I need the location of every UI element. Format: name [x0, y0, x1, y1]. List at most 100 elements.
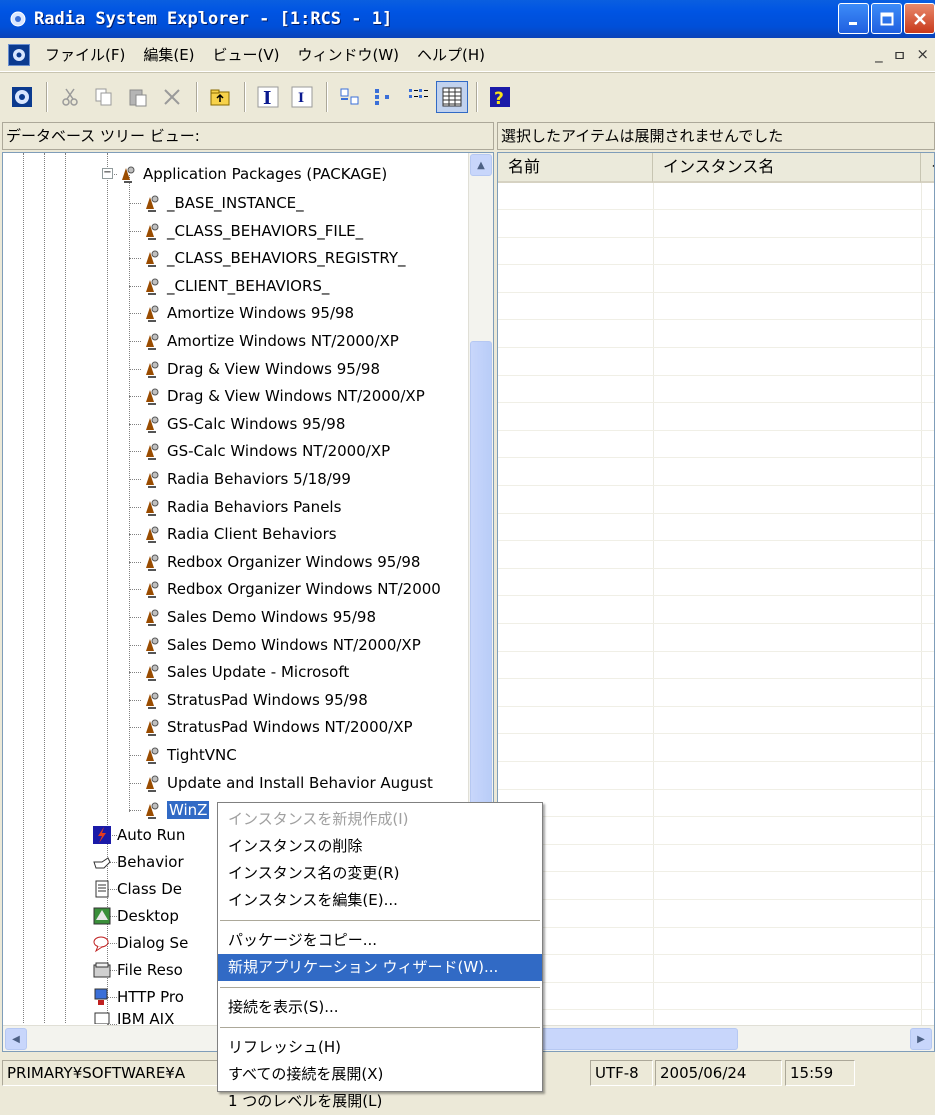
column-header-instance-name[interactable]: インスタンス名 — [653, 153, 921, 183]
menu-separator — [220, 987, 540, 988]
tree-item-instance[interactable]: GS-Calc Windows NT/2000/XP — [141, 437, 390, 464]
tree-item-instance[interactable]: Sales Demo Windows 95/98 — [141, 603, 376, 630]
tree-item-behavior[interactable]: Behavior — [91, 848, 184, 875]
package-instance-icon — [141, 578, 163, 600]
instance-list-view[interactable]: 名前 インスタンス名 タ ▶ — [497, 152, 935, 1052]
list-view-button[interactable] — [402, 81, 434, 113]
tree-item-instance[interactable]: Amortize Windows 95/98 — [141, 299, 354, 326]
tree-item-instance[interactable]: Radia Behaviors 5/18/99 — [141, 465, 351, 492]
menu-view[interactable]: ビュー(V) — [204, 44, 289, 65]
tree-item-instance[interactable]: _BASE_INSTANCE_ — [141, 189, 304, 216]
menu-separator — [220, 920, 540, 921]
scroll-left-arrow-icon[interactable]: ◀ — [5, 1028, 27, 1050]
context-menu-item[interactable]: 新規アプリケーション ウィザード(W)... — [218, 954, 542, 981]
instance-large-button[interactable]: I — [252, 81, 284, 113]
context-menu-item[interactable]: インスタンス名の変更(R) — [218, 860, 542, 887]
minimize-button[interactable] — [838, 3, 869, 34]
tree-item-instance[interactable]: WinZ — [141, 796, 210, 823]
radia-app-icon[interactable] — [8, 9, 28, 29]
context-menu-item[interactable]: 接続を表示(S)... — [218, 994, 542, 1021]
tree-item-instance[interactable]: Radia Behaviors Panels — [141, 493, 341, 520]
scroll-right-arrow-icon[interactable]: ▶ — [910, 1028, 932, 1050]
details-icon — [442, 87, 462, 106]
scroll-thumb[interactable] — [470, 341, 492, 861]
folder-up-icon — [210, 89, 230, 105]
instance-small-button[interactable]: I — [286, 81, 318, 113]
tree-item-http-pro[interactable]: HTTP Pro — [91, 983, 184, 1010]
tree-item-auto-run[interactable]: Auto Run — [91, 821, 185, 848]
document-system-icon[interactable] — [8, 43, 30, 66]
small-icons-button[interactable] — [368, 81, 400, 113]
toolbar-separator — [46, 81, 48, 112]
tree-item-class-de[interactable]: Class De — [91, 875, 182, 902]
paste-icon — [129, 89, 147, 106]
tree-item-ibm-aix[interactable]: IBM AIX — [91, 1010, 174, 1024]
tree-item-instance[interactable]: Drag & View Windows NT/2000/XP — [141, 382, 425, 409]
large-icons-button[interactable] — [334, 81, 366, 113]
tree-item-instance[interactable]: Drag & View Windows 95/98 — [141, 355, 380, 382]
context-menu-item[interactable]: インスタンスを新規作成(I) — [218, 806, 542, 833]
package-instance-icon — [141, 551, 163, 573]
tree-item-file-reso[interactable]: File Reso — [91, 956, 183, 983]
tree-item-instance[interactable]: GS-Calc Windows 95/98 — [141, 410, 345, 437]
tree-item-application-packages[interactable]: Application Packages (PACKAGE) — [117, 160, 387, 187]
tree-item-instance[interactable]: Update and Install Behavior August — [141, 769, 433, 796]
tree-item-instance[interactable]: TightVNC — [141, 741, 237, 768]
title-bar[interactable]: Radia System Explorer - [1:RCS - 1] — [0, 0, 935, 38]
mdi-restore-button[interactable]: ㅁ — [893, 45, 907, 66]
maximize-icon — [880, 12, 893, 25]
context-menu-item[interactable]: 1 つのレベルを展開(L) — [218, 1088, 542, 1115]
lightning-icon — [91, 824, 113, 846]
tree-item-instance[interactable]: Redbox Organizer Windows NT/2000 — [141, 575, 441, 602]
paste-button[interactable] — [122, 81, 154, 113]
up-level-button[interactable] — [204, 81, 236, 113]
tree-item-dialog-se[interactable]: Dialog Se — [91, 929, 188, 956]
tree-item-desktop[interactable]: Desktop — [91, 902, 179, 929]
package-instance-icon — [141, 772, 163, 794]
tree-item-instance[interactable]: Radia Client Behaviors — [141, 520, 337, 547]
copy-button[interactable] — [88, 81, 120, 113]
mdi-minimize-button[interactable]: _ — [875, 45, 883, 66]
status-time: 15:59 — [785, 1060, 855, 1086]
close-button[interactable] — [904, 3, 935, 34]
menu-file[interactable]: ファイル(F) — [36, 44, 134, 65]
tree-item-instance[interactable]: Sales Demo Windows NT/2000/XP — [141, 631, 421, 658]
tree-item-instance[interactable]: Amortize Windows NT/2000/XP — [141, 327, 399, 354]
mdi-close-button[interactable]: × — [916, 45, 929, 66]
tree-item-instance[interactable]: _CLASS_BEHAVIORS_FILE_ — [141, 217, 363, 244]
list-horizontal-scrollbar[interactable]: ▶ — [498, 1025, 934, 1051]
details-view-button[interactable] — [436, 80, 468, 113]
svg-text:I: I — [263, 88, 271, 108]
tree-item-instance[interactable]: _CLIENT_BEHAVIORS_ — [141, 272, 329, 299]
context-menu-item[interactable]: すべての接続を展開(X) — [218, 1061, 542, 1088]
help-button[interactable]: ? — [484, 81, 516, 113]
connect-button[interactable] — [6, 81, 38, 113]
menu-edit[interactable]: 編集(E) — [134, 44, 203, 65]
menu-window[interactable]: ウィンドウ(W) — [289, 44, 409, 65]
collapse-button[interactable]: − — [102, 168, 113, 179]
context-menu-item[interactable]: インスタンスを編集(E)... — [218, 887, 542, 914]
maximize-button[interactable] — [871, 3, 902, 34]
context-menu-item[interactable]: リフレッシュ(H) — [218, 1034, 542, 1061]
cut-button[interactable] — [54, 81, 86, 113]
context-menu-item[interactable]: インスタンスの削除 — [218, 833, 542, 860]
delete-button[interactable] — [156, 81, 188, 113]
package-instance-icon — [141, 496, 163, 518]
delete-icon — [164, 88, 180, 105]
context-menu-item[interactable]: パッケージをコピー... — [218, 927, 542, 954]
tree-item-instance[interactable]: StratusPad Windows 95/98 — [141, 686, 368, 713]
package-instance-icon — [141, 799, 163, 821]
tree-item-instance[interactable]: Sales Update - Microsoft — [141, 658, 349, 685]
tree-pane-header: データベース ツリー ビュー: — [2, 122, 494, 150]
column-header-extra[interactable]: タ — [921, 153, 934, 183]
tree-item-instance[interactable]: StratusPad Windows NT/2000/XP — [141, 713, 413, 740]
toolbar-separator — [196, 81, 198, 112]
scroll-up-arrow-icon[interactable]: ▲ — [470, 154, 492, 176]
menu-help[interactable]: ヘルプ(H) — [408, 44, 494, 65]
window-title: Radia System Explorer - [1:RCS - 1] — [34, 9, 393, 29]
tree-guide-line — [65, 153, 66, 1023]
tree-item-instance[interactable]: _CLASS_BEHAVIORS_REGISTRY_ — [141, 244, 406, 271]
scroll-thumb[interactable] — [518, 1028, 738, 1050]
tree-item-instance[interactable]: Redbox Organizer Windows 95/98 — [141, 548, 420, 575]
column-header-name[interactable]: 名前 — [498, 153, 653, 183]
